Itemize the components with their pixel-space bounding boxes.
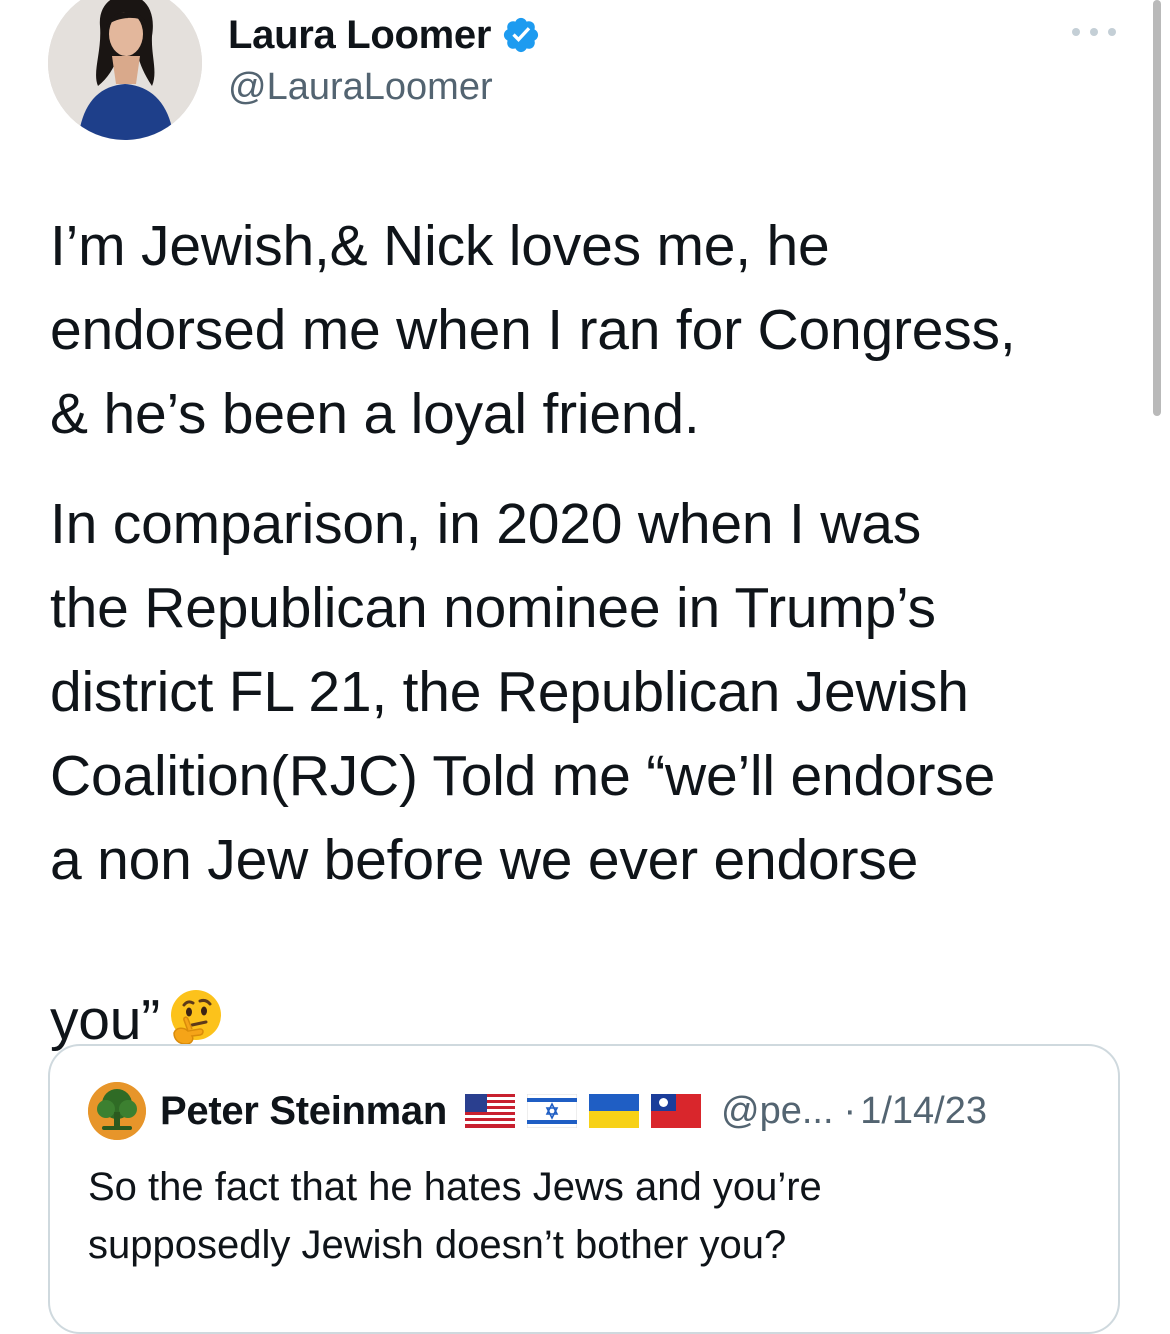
dot [1108,28,1116,36]
quoted-tweet-header: Peter Steinman @pe... · 1/14/23 [88,1082,987,1140]
quoted-author-handle[interactable]: @pe... [721,1090,834,1133]
taiwan-flag-icon [651,1094,702,1128]
thinking-face-emoji-icon [166,902,226,1045]
quoted-tweet-text: So the fact that he hates Jews and you’r… [88,1165,822,1267]
author-block: Laura Loomer @LauraLoomer [228,10,541,109]
tweet: Laura Loomer @LauraLoomer I’m Jewish,& N… [0,0,1170,1334]
display-name-row: Laura Loomer [228,10,541,60]
tweet-paragraph-2-text: In comparison, in 2020 when I was the Re… [50,492,996,1052]
author-handle[interactable]: @LauraLoomer [228,66,541,109]
flag-emoji-group [465,1094,713,1128]
author-avatar[interactable] [48,0,202,140]
israel-flag-icon [527,1094,578,1128]
quoted-tweet-date[interactable]: 1/14/23 [860,1090,987,1133]
tweet-text: I’m Jewish,& Nick loves me, he endorsed … [50,204,1140,1062]
us-flag-icon [465,1094,516,1128]
quoted-author-display-name[interactable]: Peter Steinman [160,1089,447,1134]
verified-badge-icon [501,15,541,55]
quoted-tweet-card[interactable]: Peter Steinman @pe... · 1/14/23 So the f… [48,1044,1120,1334]
dot [1072,28,1080,36]
tweet-paragraph-1: I’m Jewish,& Nick loves me, he endorsed … [50,214,1016,446]
tweet-paragraph-2: In comparison, in 2020 when I was the Re… [50,482,1140,1062]
meta-separator: · [843,1089,857,1132]
author-display-name[interactable]: Laura Loomer [228,13,491,58]
scrollbar[interactable] [1153,0,1161,416]
more-horizontal-icon[interactable] [1072,26,1116,38]
ukraine-flag-icon [589,1094,640,1128]
quoted-author-avatar[interactable] [88,1082,146,1140]
dot [1090,28,1098,36]
